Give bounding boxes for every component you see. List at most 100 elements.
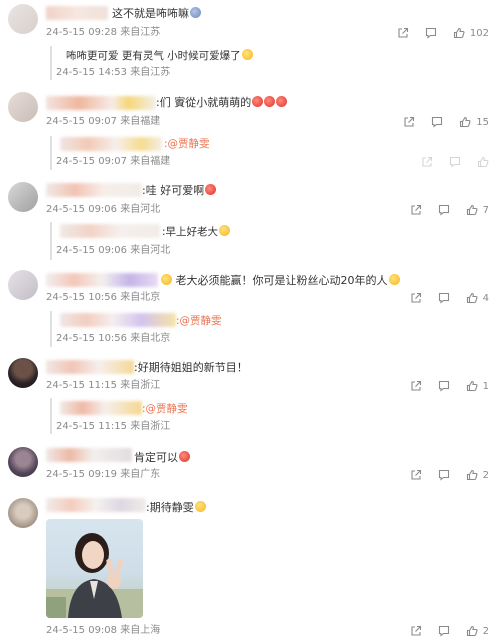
avatar[interactable]	[8, 270, 38, 300]
comment-actions: 4	[410, 291, 489, 305]
blurred-username[interactable]	[60, 224, 160, 238]
comment-location: 来自福建	[120, 116, 161, 127]
share-button[interactable]	[410, 380, 422, 392]
comment-button[interactable]	[431, 116, 443, 128]
share-icon	[404, 116, 415, 127]
comment-icon	[438, 469, 449, 481]
comment-text: :期待静雯	[146, 501, 206, 515]
avatar[interactable]	[8, 358, 38, 388]
emoji-icon	[219, 225, 231, 236]
share-icon	[411, 380, 421, 391]
like-button[interactable]	[477, 156, 489, 168]
blurred-username[interactable]	[46, 360, 134, 374]
reply-location: 来自北京	[130, 333, 171, 344]
blurred-username[interactable]	[46, 498, 146, 512]
comment-location: 来自广东	[120, 469, 161, 480]
reply-actions	[421, 155, 489, 169]
comment-button[interactable]	[438, 469, 450, 481]
like-button[interactable]: 102	[453, 27, 489, 39]
comment-button[interactable]	[449, 156, 461, 168]
mention-link[interactable]: :@贾静雯	[176, 315, 222, 327]
emoji-icon	[388, 274, 400, 285]
comment-button[interactable]	[438, 292, 450, 304]
comment-actions: 2	[410, 468, 489, 482]
share-button[interactable]	[410, 469, 422, 481]
like-count: 7	[482, 204, 489, 216]
blurred-username[interactable]	[46, 273, 158, 287]
reply-indent-bar	[50, 311, 52, 347]
reply-time: 24-5-15 14:53 来自江苏	[56, 67, 171, 78]
portrait-image	[46, 533, 143, 618]
comment-time: 24-5-15 09:19 来自广东	[46, 469, 161, 480]
comment-button[interactable]	[438, 625, 450, 637]
share-icon	[422, 156, 433, 167]
thumbs-up-icon	[466, 292, 478, 304]
share-button[interactable]	[410, 625, 422, 637]
thumbs-up-icon	[477, 156, 489, 168]
blurred-username[interactable]	[60, 401, 142, 415]
share-button[interactable]	[397, 27, 409, 39]
reply-indent-bar	[50, 46, 52, 80]
reply-time: 24-5-15 09:06 来自河北	[56, 245, 171, 256]
reply-location: 来自江苏	[130, 67, 171, 78]
like-count: 15	[476, 116, 489, 128]
like-button[interactable]: 2	[466, 625, 489, 637]
reply-indent-bar	[50, 398, 52, 434]
thumbs-up-icon	[466, 625, 478, 637]
like-button[interactable]: 7	[466, 204, 489, 216]
comment-text: 老大必须能赢！你可是让粉丝心动20年的人	[160, 274, 400, 288]
emoji-icon	[179, 451, 190, 462]
comment-button[interactable]	[438, 380, 450, 392]
blurred-username[interactable]	[46, 96, 156, 110]
comment-actions: 1	[410, 379, 489, 393]
blurred-username[interactable]	[46, 448, 132, 462]
emoji-icon	[276, 96, 288, 107]
comment-location: 来自河北	[120, 204, 161, 215]
comment-text: 这不就是咘咘嘛	[112, 7, 201, 21]
like-button[interactable]: 1	[466, 380, 489, 392]
avatar[interactable]	[8, 182, 38, 212]
like-count: 102	[469, 27, 489, 39]
mention-link[interactable]: :@贾静雯	[142, 403, 188, 415]
mention-link[interactable]: :@贾静雯	[164, 138, 210, 150]
blurred-username[interactable]	[46, 6, 108, 20]
reply-location: 来自福建	[130, 156, 171, 167]
comment-actions: 2	[410, 624, 489, 638]
emoji-icon	[241, 49, 253, 60]
like-button[interactable]: 15	[459, 116, 489, 128]
avatar[interactable]	[8, 92, 38, 122]
comment-actions: 102	[397, 26, 489, 40]
blurred-username[interactable]	[60, 313, 176, 327]
comment-location: 来自北京	[120, 292, 161, 303]
share-icon	[411, 469, 421, 480]
comment-icon	[438, 292, 449, 304]
comment-icon	[432, 116, 443, 128]
reply-location: 来自河北	[130, 245, 171, 256]
blurred-username[interactable]	[46, 183, 142, 197]
like-count: 1	[482, 380, 489, 392]
reply-text: :早上好老大	[162, 225, 231, 239]
comment-button[interactable]	[438, 204, 450, 216]
like-button[interactable]: 4	[466, 292, 489, 304]
avatar[interactable]	[8, 447, 38, 477]
comment-attached-image[interactable]	[46, 519, 143, 618]
share-icon	[398, 27, 408, 38]
avatar[interactable]	[8, 498, 38, 528]
comment-icon	[449, 156, 461, 168]
reply-text: :@贾静雯	[176, 314, 222, 328]
blurred-username[interactable]	[60, 137, 162, 151]
emoji-icon	[264, 96, 276, 107]
avatar[interactable]	[8, 4, 38, 34]
comment-actions: 15	[403, 115, 489, 129]
share-button[interactable]	[421, 156, 433, 168]
emoji-icon	[194, 501, 206, 512]
comment-button[interactable]	[425, 27, 437, 39]
share-button[interactable]	[410, 292, 422, 304]
share-button[interactable]	[410, 204, 422, 216]
emoji-icon	[190, 7, 201, 18]
comment-time: 24-5-15 09:08 来自上海	[46, 625, 161, 636]
comment-location: 来自江苏	[120, 27, 161, 38]
like-button[interactable]: 2	[466, 469, 489, 481]
comment-time: 24-5-15 09:28 来自江苏	[46, 27, 161, 38]
share-button[interactable]	[403, 116, 415, 128]
